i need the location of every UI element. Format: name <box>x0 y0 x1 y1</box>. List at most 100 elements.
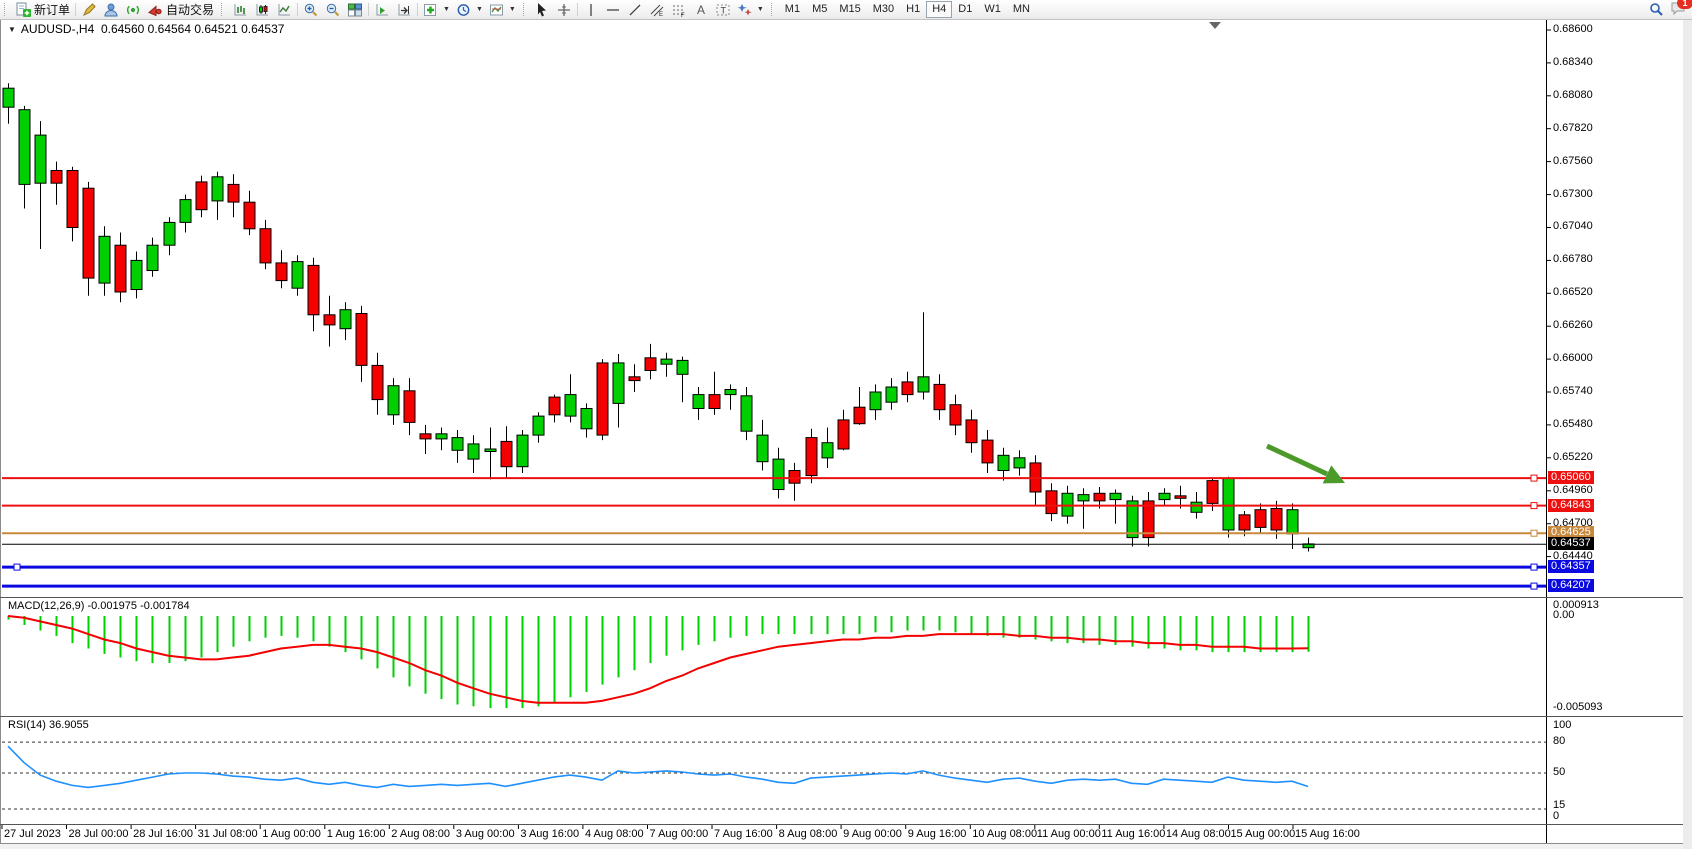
signals-button[interactable] <box>122 1 144 18</box>
candle-body <box>501 441 512 466</box>
toolbar-grip[interactable] <box>523 3 528 16</box>
timeframe-button-M15[interactable]: M15 <box>833 2 866 17</box>
timeframe-button-D1[interactable]: D1 <box>952 2 978 17</box>
channel-icon: E <box>649 2 665 18</box>
svg-text:F: F <box>681 13 685 18</box>
candle-body <box>918 377 929 392</box>
dropdown-caret-icon: ▼ <box>757 6 764 13</box>
candle-body <box>1159 493 1170 499</box>
cursor-tool-button[interactable] <box>531 1 553 18</box>
new-order-button[interactable]: 新订单 <box>12 1 73 18</box>
autotrading-button[interactable]: 自动交易 <box>144 1 217 18</box>
candlestick-chart-icon <box>254 2 270 18</box>
candle-body <box>99 236 110 283</box>
text-tool-button[interactable]: A <box>690 1 712 18</box>
timeframe-button-M30[interactable]: M30 <box>867 2 900 17</box>
horizontal-line-tool-button[interactable] <box>602 1 624 18</box>
trendline-tool-button[interactable] <box>624 1 646 18</box>
line-handle[interactable] <box>1531 583 1537 589</box>
toolbar-grip[interactable] <box>221 3 226 16</box>
window-bottom-edge <box>0 844 1683 849</box>
line-handle[interactable] <box>14 564 20 570</box>
candle-body <box>886 387 897 402</box>
price-axis-label: 0.65740 <box>1553 385 1593 397</box>
line-handle[interactable] <box>1531 530 1537 536</box>
toolbar-separator <box>417 3 418 16</box>
line-handle[interactable] <box>1531 564 1537 570</box>
candle-body <box>1191 502 1202 512</box>
mql5-community-button[interactable] <box>100 1 122 18</box>
bar-chart-icon <box>232 2 248 18</box>
time-axis-label: 11 Aug 16:00 <box>1101 828 1165 840</box>
candle-body <box>645 358 656 371</box>
notification-badge: 1 <box>1677 0 1692 9</box>
metaeditor-button[interactable] <box>78 1 100 18</box>
price-axis-label: 0.65220 <box>1553 451 1593 463</box>
hlines-layer <box>2 475 1546 589</box>
candle-body <box>517 435 528 467</box>
time-axis-label: 8 Aug 08:00 <box>779 828 838 840</box>
templates-button[interactable]: ▼ <box>486 1 519 18</box>
time-axis-label: 1 Aug 00:00 <box>262 828 321 840</box>
candle-body <box>404 391 415 423</box>
line-chart-button[interactable] <box>273 1 295 18</box>
periods-button[interactable]: ▼ <box>453 1 486 18</box>
timeframe-button-M5[interactable]: M5 <box>806 2 833 17</box>
window-right-edge <box>1683 19 1692 849</box>
trendline-icon <box>627 2 643 18</box>
timeframe-button-H1[interactable]: H1 <box>900 2 926 17</box>
zoom-out-button[interactable] <box>322 1 344 18</box>
auto-scroll-button[interactable] <box>371 1 393 18</box>
fibonacci-tool-button[interactable]: F <box>668 1 690 18</box>
equidistant-channel-tool-button[interactable]: E <box>646 1 668 18</box>
text-label-tool-button[interactable]: T <box>712 1 734 18</box>
indicators-button[interactable]: ▼ <box>420 1 453 18</box>
search-icon[interactable] <box>1649 2 1664 17</box>
mql5-community-icon <box>103 2 119 18</box>
bar-chart-button[interactable] <box>229 1 251 18</box>
toolbar-separator <box>577 3 578 16</box>
crosshair-tool-button[interactable] <box>553 1 575 18</box>
candle-body <box>806 438 817 476</box>
timeframe-button-MN[interactable]: MN <box>1007 2 1036 17</box>
fibonacci-icon: F <box>671 2 687 18</box>
autotrading-icon <box>147 2 163 18</box>
line-handle[interactable] <box>1531 475 1537 481</box>
tile-windows-button[interactable] <box>344 1 366 18</box>
candle-body <box>1014 458 1025 468</box>
candle-body <box>420 434 431 439</box>
chart-title-collapse-icon[interactable]: ▼ <box>8 25 16 34</box>
signals-icon <box>125 2 141 18</box>
candle-body <box>164 222 175 245</box>
zoom-in-button[interactable] <box>300 1 322 18</box>
timeframe-button-H4[interactable]: H4 <box>926 1 952 18</box>
candle-body <box>998 455 1009 470</box>
timeframe-button-M1[interactable]: M1 <box>779 2 806 17</box>
candle-body <box>725 390 736 395</box>
mt4-terminal-window: 新订单 自动交易 ▼ ▼ ▼ E F A T ▼ <box>0 0 1692 849</box>
chat-button[interactable]: 1 <box>1670 1 1686 19</box>
price-axis-label: 0.66000 <box>1553 352 1593 364</box>
line-handle[interactable] <box>1531 503 1537 509</box>
horizontal-line-icon <box>605 2 621 18</box>
arrows-icon <box>737 2 753 18</box>
time-axis-label: 4 Aug 08:00 <box>585 828 644 840</box>
chart-canvas[interactable] <box>0 0 1692 849</box>
candlestick-chart-button[interactable] <box>251 1 273 18</box>
candle-body <box>709 395 720 409</box>
vertical-line-tool-button[interactable] <box>580 1 602 18</box>
candle-body <box>629 377 640 381</box>
timeframe-button-W1[interactable]: W1 <box>978 2 1007 17</box>
candle-body <box>244 202 255 229</box>
toolbar-grip[interactable] <box>771 3 776 16</box>
price-axis-label: 0.67040 <box>1553 220 1593 232</box>
price-axis-label: 0.64960 <box>1553 484 1593 496</box>
candle-body <box>452 438 463 451</box>
candle-body <box>372 365 383 399</box>
macd-axis-label: 0.00 <box>1553 609 1574 621</box>
toolbar-grip[interactable] <box>4 3 9 16</box>
toolbar-separator <box>368 3 369 16</box>
arrows-tool-button[interactable]: ▼ <box>734 1 767 18</box>
chart-shift-button[interactable] <box>393 1 415 18</box>
zoom-in-icon <box>303 2 319 18</box>
